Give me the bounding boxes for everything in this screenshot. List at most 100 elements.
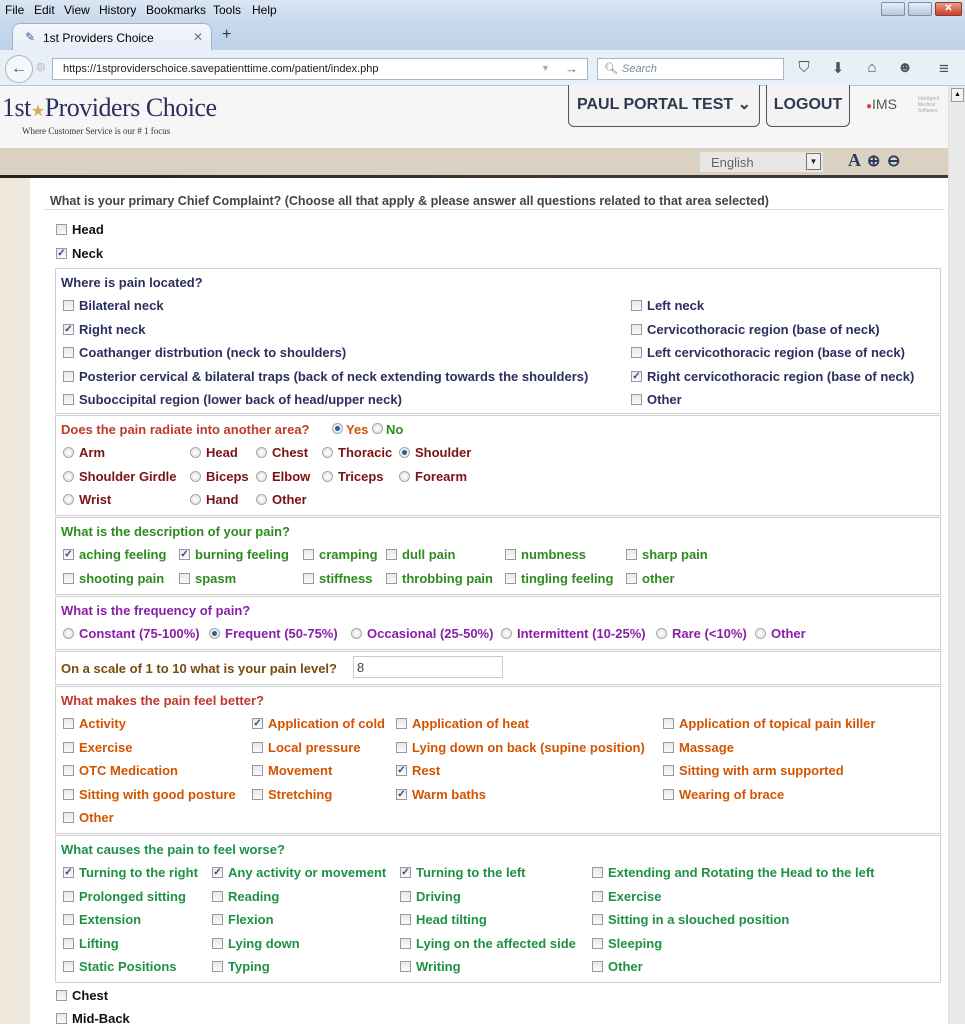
description-spasm-checkbox[interactable] xyxy=(179,572,190,584)
worse-driving-checkbox[interactable] xyxy=(400,890,411,902)
hamburger-menu-icon[interactable]: ≡ xyxy=(934,59,954,79)
radiate-chest-radio[interactable] xyxy=(256,447,267,458)
better-warm-baths-checkbox[interactable]: ✓ xyxy=(396,788,407,800)
history-dropdown-icon[interactable]: ▼ xyxy=(541,63,550,73)
area-mid-back-checkbox[interactable] xyxy=(56,1013,67,1024)
better-application-of-topical-pain-killer-checkbox[interactable] xyxy=(663,718,674,729)
logout-button[interactable]: LOGOUT xyxy=(766,85,850,127)
better-sitting-with-good-posture-checkbox[interactable] xyxy=(63,788,74,800)
description-dull-pain-checkbox[interactable] xyxy=(386,549,397,560)
radiate-hand-radio[interactable] xyxy=(190,494,201,505)
frequency-intermittent-10-25-radio[interactable] xyxy=(501,628,512,639)
menu-history[interactable]: History xyxy=(99,3,136,17)
worse-turning-to-the-right-checkbox[interactable]: ✓ xyxy=(63,867,74,878)
location-posterior-cervical-bilateral-traps-back-of-neck-extending-towards-the-shoulders-checkbox[interactable] xyxy=(63,370,74,382)
description-numbness-checkbox[interactable] xyxy=(505,549,516,560)
worse-flexion-checkbox[interactable] xyxy=(212,914,223,925)
menu-edit[interactable]: Edit xyxy=(34,3,55,17)
browser-tab[interactable]: ✎ 1st Providers Choice ✕ xyxy=(12,23,212,50)
location-suboccipital-region-lower-back-of-head-upper-neck-checkbox[interactable] xyxy=(63,394,74,405)
worse-turning-to-the-left-checkbox[interactable]: ✓ xyxy=(400,867,411,878)
better-stretching-checkbox[interactable] xyxy=(252,788,263,800)
menu-tools[interactable]: Tools xyxy=(213,3,241,17)
description-shooting-pain-checkbox[interactable] xyxy=(63,572,74,584)
pain-level-input[interactable] xyxy=(353,656,503,678)
frequency-constant-75-100-radio[interactable] xyxy=(63,628,74,639)
worse-sleeping-checkbox[interactable] xyxy=(592,937,603,949)
chat-icon[interactable]: ☻ xyxy=(895,59,915,76)
location-coathanger-distrbution-neck-to-shoulders-checkbox[interactable] xyxy=(63,347,74,358)
frequency-other-radio[interactable] xyxy=(755,628,766,639)
better-other-checkbox[interactable] xyxy=(63,812,74,823)
worse-lying-down-checkbox[interactable] xyxy=(212,937,223,949)
area-head-checkbox[interactable] xyxy=(56,224,67,235)
description-throbbing-pain-checkbox[interactable] xyxy=(386,572,397,584)
font-size-icon[interactable]: A xyxy=(848,150,861,171)
better-lying-down-on-back-supine-position-checkbox[interactable] xyxy=(396,741,407,753)
better-exercise-checkbox[interactable] xyxy=(63,741,74,753)
better-movement-checkbox[interactable] xyxy=(252,765,263,776)
worse-extension-checkbox[interactable] xyxy=(63,914,74,925)
site-logo[interactable]: 1st★Providers Choice xyxy=(2,93,217,123)
chevron-down-icon[interactable]: ▼ xyxy=(806,153,821,170)
worse-typing-checkbox[interactable] xyxy=(212,961,223,972)
worse-head-tilting-checkbox[interactable] xyxy=(400,914,411,925)
radiate-wrist-radio[interactable] xyxy=(63,494,74,505)
worse-lifting-checkbox[interactable] xyxy=(63,937,74,949)
frequency-occasional-25-50-radio[interactable] xyxy=(351,628,362,639)
search-input[interactable]: 🔍︎ Search xyxy=(597,58,784,80)
radiate-shoulder-girdle-radio[interactable] xyxy=(63,470,74,482)
menu-file[interactable]: File xyxy=(5,3,24,17)
location-cervicothoracic-region-base-of-neck-checkbox[interactable] xyxy=(631,323,642,335)
location-other-checkbox[interactable] xyxy=(631,394,642,405)
description-tingling-feeling-checkbox[interactable] xyxy=(505,572,516,584)
radiate-head-radio[interactable] xyxy=(190,447,201,458)
better-massage-checkbox[interactable] xyxy=(663,741,674,753)
better-rest-checkbox[interactable]: ✓ xyxy=(396,765,407,776)
radiate-elbow-radio[interactable] xyxy=(256,470,267,482)
back-button[interactable]: ← xyxy=(5,55,33,83)
radiate-arm-radio[interactable] xyxy=(63,447,74,458)
worse-lying-on-the-affected-side-checkbox[interactable] xyxy=(400,937,411,949)
worse-writing-checkbox[interactable] xyxy=(400,961,411,972)
better-activity-checkbox[interactable] xyxy=(63,718,74,729)
worse-sitting-in-a-slouched-position-checkbox[interactable] xyxy=(592,914,603,925)
home-icon[interactable]: ⌂ xyxy=(862,59,882,76)
download-icon[interactable]: ⬇ xyxy=(828,59,848,77)
restore-button[interactable] xyxy=(908,2,932,16)
description-other-checkbox[interactable] xyxy=(626,572,637,584)
close-tab-icon[interactable]: ✕ xyxy=(193,30,203,44)
description-burning-feeling-checkbox[interactable]: ✓ xyxy=(179,549,190,560)
worse-other-checkbox[interactable] xyxy=(592,961,603,972)
radiate-other-radio[interactable] xyxy=(256,494,267,505)
page-scrollbar[interactable]: ▲ xyxy=(948,86,965,1024)
worse-static-positions-checkbox[interactable] xyxy=(63,961,74,972)
description-aching-feeling-checkbox[interactable]: ✓ xyxy=(63,549,74,560)
radiate-no-radio[interactable] xyxy=(372,423,383,434)
radiate-yes-radio[interactable] xyxy=(332,423,343,434)
description-sharp-pain-checkbox[interactable] xyxy=(626,549,637,560)
location-left-cervicothoracic-region-base-of-neck-checkbox[interactable] xyxy=(631,347,642,358)
area-chest-checkbox[interactable] xyxy=(56,990,67,1001)
zoom-in-icon[interactable]: ⊕ xyxy=(867,151,880,171)
zoom-out-icon[interactable]: ⊖ xyxy=(887,151,900,171)
location-left-neck-checkbox[interactable] xyxy=(631,300,642,311)
language-select[interactable]: English ▼ xyxy=(700,152,823,172)
better-otc-medication-checkbox[interactable] xyxy=(63,765,74,776)
url-bar[interactable]: https://1stproviderschoice.savepatientti… xyxy=(52,58,588,80)
better-sitting-with-arm-supported-checkbox[interactable] xyxy=(663,765,674,776)
radiate-triceps-radio[interactable] xyxy=(322,470,333,482)
worse-prolonged-sitting-checkbox[interactable] xyxy=(63,890,74,902)
scroll-up-icon[interactable]: ▲ xyxy=(951,88,964,102)
description-cramping-checkbox[interactable] xyxy=(303,549,314,560)
worse-any-activity-or-movement-checkbox[interactable]: ✓ xyxy=(212,867,223,878)
radiate-biceps-radio[interactable] xyxy=(190,470,201,482)
frequency-frequent-50-75-radio[interactable] xyxy=(209,628,220,639)
worse-extending-and-rotating-the-head-to-the-left-checkbox[interactable] xyxy=(592,867,603,878)
user-menu-button[interactable]: PAUL PORTAL TEST ⌄ xyxy=(568,85,760,127)
frequency-rare-10-radio[interactable] xyxy=(656,628,667,639)
worse-exercise-checkbox[interactable] xyxy=(592,890,603,902)
better-wearing-of-brace-checkbox[interactable] xyxy=(663,788,674,800)
area-neck-checkbox[interactable]: ✓ xyxy=(56,248,67,259)
radiate-thoracic-radio[interactable] xyxy=(322,447,333,458)
